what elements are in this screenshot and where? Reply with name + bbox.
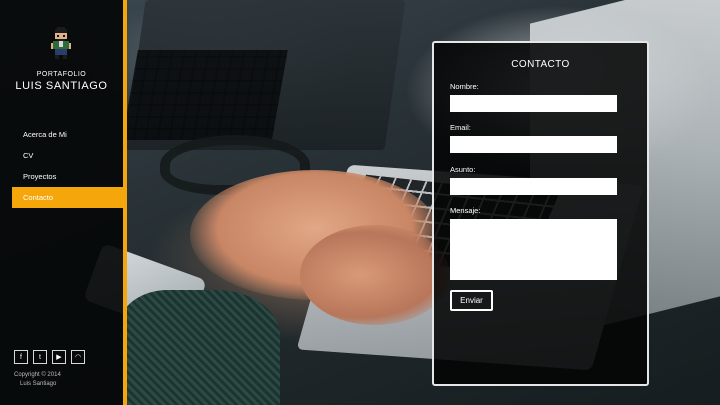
contact-title: CONTACTO [511,59,570,70]
submit-button[interactable]: Enviar [450,290,493,311]
background-hand-right [300,225,450,325]
twitter-icon[interactable]: t [33,350,47,364]
email-label: Email: [450,123,471,132]
youtube-icon[interactable]: ▶ [52,350,66,364]
main-nav: Acerca de Mi CV Proyectos Contacto [12,124,123,208]
nav-item-cv[interactable]: CV [12,145,123,166]
copyright-line-2: Luis Santiago [20,381,57,387]
message-field[interactable] [450,219,617,280]
copyright-line-1: Copyright © 2014 [14,372,61,378]
brand-subtitle: PORTAFOLIO [36,71,87,78]
message-label: Mensaje: [450,206,481,215]
social-links: f t ▶ ◠ [14,350,85,364]
nav-item-proyectos[interactable]: Proyectos [12,166,123,187]
nav-item-acerca[interactable]: Acerca de Mi [12,124,123,145]
rss-icon[interactable]: ◠ [71,350,85,364]
name-label: Nombre: [450,82,479,91]
sidebar-accent-border [123,0,127,405]
contact-form: CONTACTO Nombre: Email: Asunto: Mensaje:… [432,41,649,386]
subject-field[interactable] [450,178,617,195]
nav-item-contacto[interactable]: Contacto [12,187,123,208]
name-field[interactable] [450,95,617,112]
sidebar: PORTAFOLIO LUIS SANTIAGO Acerca de Mi CV… [0,0,123,405]
brand-name: LUIS SANTIAGO [15,80,108,92]
background-sleeve [120,290,280,405]
facebook-icon[interactable]: f [14,350,28,364]
email-field[interactable] [450,136,617,153]
copyright: Copyright © 2014 Luis Santiago [14,371,61,389]
avatar [51,27,71,59]
subject-label: Asunto: [450,165,476,174]
background-keyboard-rear [122,50,288,140]
